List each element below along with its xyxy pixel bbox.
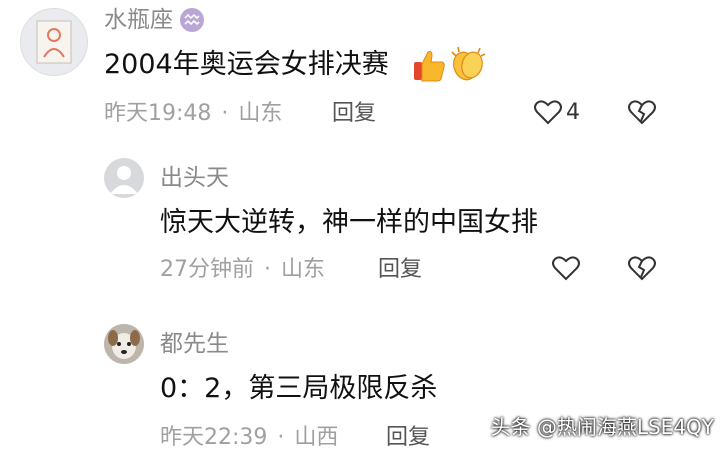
thumbs-up-emoji xyxy=(412,48,446,84)
comment-author[interactable]: 出头天 xyxy=(160,164,229,192)
comment-location: 山东 xyxy=(238,101,283,126)
comment-text: 0：2，第三局极限反杀 xyxy=(160,373,438,404)
watermark: 头条 @热闹海燕LSE4QY xyxy=(490,415,714,439)
comment-text: 惊天大逆转，神一样的中国女排 xyxy=(160,207,538,238)
like-count: 4 xyxy=(566,99,580,125)
aquarius-badge-icon xyxy=(180,8,204,32)
reply-button[interactable]: 回复 xyxy=(378,256,422,284)
separator-dot: · xyxy=(277,425,285,450)
comment-location: 山西 xyxy=(294,425,339,450)
reply-button[interactable]: 回复 xyxy=(332,100,376,128)
dislike-button[interactable] xyxy=(628,99,656,125)
dog-avatar-icon xyxy=(104,324,144,364)
heart-icon xyxy=(552,256,580,281)
comment-author[interactable]: 都先生 xyxy=(160,330,229,358)
comment-meta: 昨天22:39 · 山西 xyxy=(160,424,338,452)
comment-time: 昨天22:39 xyxy=(160,425,268,450)
heart-icon xyxy=(534,100,562,125)
comment-time: 昨天19:48 xyxy=(104,101,212,126)
avatar[interactable] xyxy=(20,8,88,76)
comment-time: 27分钟前 xyxy=(160,257,254,282)
separator-dot: · xyxy=(264,257,271,282)
comment-meta: 昨天19:48 · 山东 xyxy=(104,100,282,128)
separator-dot: · xyxy=(221,101,229,126)
broken-heart-icon xyxy=(628,100,656,125)
comment-location: 山东 xyxy=(281,257,326,282)
dislike-button[interactable] xyxy=(628,255,656,281)
reply-button[interactable]: 回复 xyxy=(386,424,430,452)
like-button[interactable]: 4 xyxy=(534,99,580,125)
clapping-hands-emoji xyxy=(448,44,488,84)
broken-heart-icon xyxy=(628,256,656,281)
default-user-avatar-icon xyxy=(110,166,138,194)
like-button[interactable] xyxy=(552,255,580,281)
comment-text: 2004年奥运会女排决赛 xyxy=(104,49,389,80)
sketch-avatar-icon xyxy=(36,20,72,64)
comment-author[interactable]: 水瓶座 xyxy=(104,6,173,34)
avatar[interactable] xyxy=(104,324,144,364)
comment-meta: 27分钟前 · 山东 xyxy=(160,256,325,284)
avatar[interactable] xyxy=(104,158,144,198)
